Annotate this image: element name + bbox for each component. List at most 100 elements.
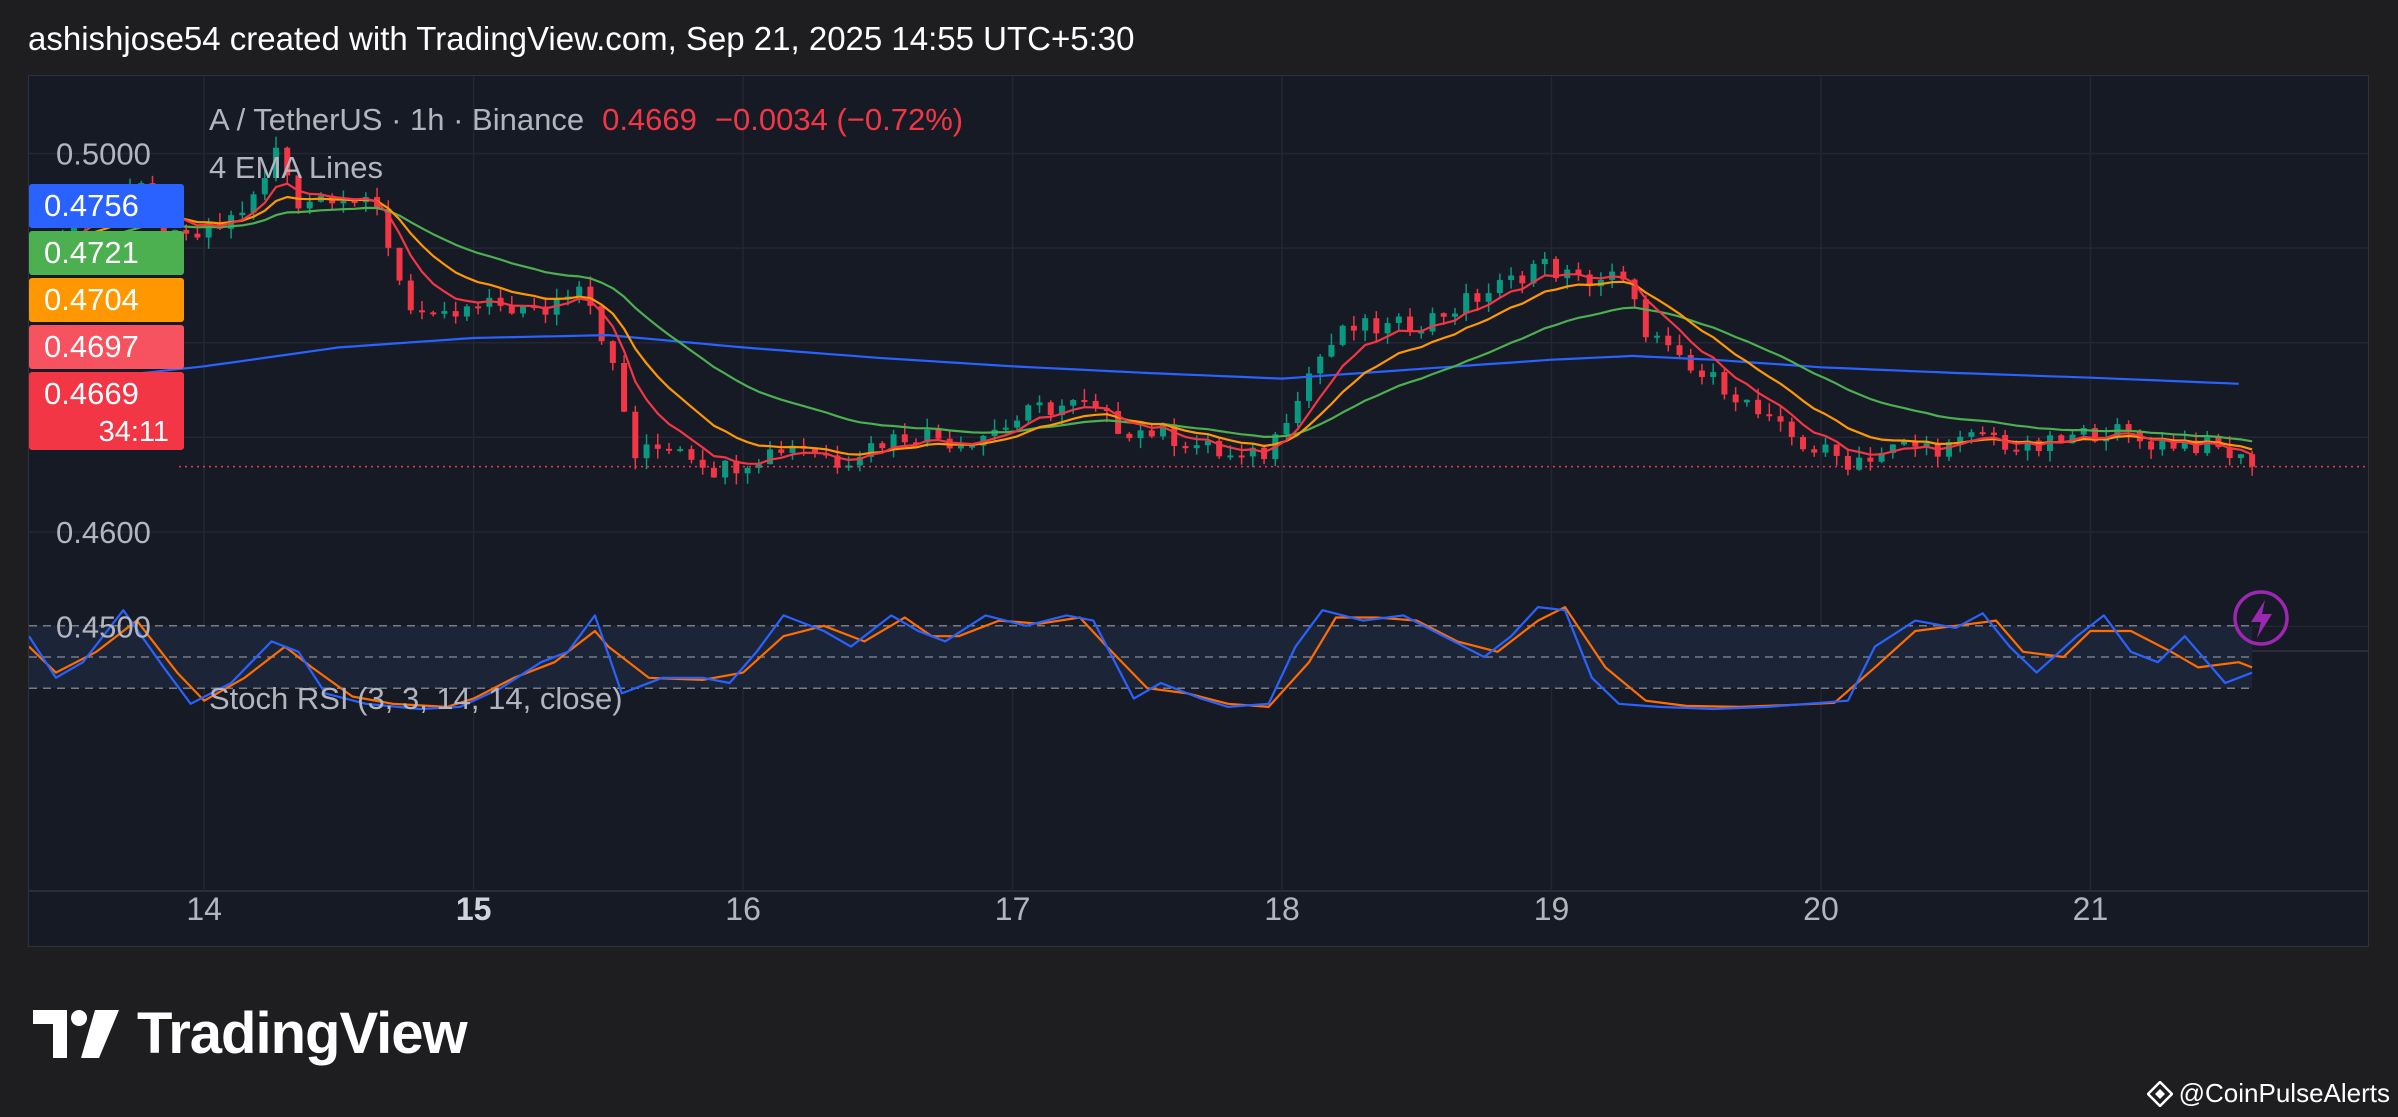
candle-body [1777,416,1784,422]
candle-body [1261,447,1268,460]
x-tick-label: 20 [1803,891,1839,927]
candle-body [1081,400,1088,403]
price-tag-label: 0.4756 [44,188,139,223]
candle-body [1440,313,1447,317]
candle-body [2204,437,2211,454]
candle-body [1822,444,1829,453]
indicator-legend: 4 EMA Lines [209,150,383,185]
candle-body [1755,399,1762,415]
candle-body [463,306,470,317]
y-tick-label: 0.4500 [56,609,151,644]
candle-body [1698,370,1705,377]
candle-body [430,312,437,315]
candle-body [654,444,661,449]
x-tick-label: 17 [995,891,1031,927]
chart-frame[interactable]: 0.50000.49000.46000.4500 141516171819202… [28,75,2369,947]
candle-body [1373,318,1380,334]
countdown-label: 34:11 [99,416,169,448]
candle-body [957,445,964,449]
candle-body [1227,455,1234,458]
price-tag-label: 0.4704 [44,282,139,317]
candle-body [418,310,425,313]
candle-body [1800,437,1807,450]
candle-body [767,449,774,465]
candle-body [1395,316,1402,324]
candle-body [1833,444,1840,456]
candle-body [239,212,246,216]
candle-body [1485,293,1492,302]
candle-body [1766,414,1773,417]
candle-body [1642,299,1649,338]
candle-body [744,467,751,474]
chart-credit: ashishjose54 created with TradingView.co… [28,20,1135,57]
lightning-icon[interactable] [2233,590,2289,646]
candle-body [879,443,886,449]
candle-body [508,305,515,314]
symbol-legend: A / TetherUS · 1h · Binance 0.4669 −0.0034… [209,102,963,137]
tradingview-logo: TradingView [33,1000,468,1067]
candle-body [935,429,942,439]
candle-body [351,201,358,204]
tradingview-wordmark: TradingView [137,1001,468,1066]
x-tick-label: 15 [456,891,492,927]
candle-body [665,448,672,451]
candle-body [1317,356,1324,374]
candle-body [194,233,201,238]
candle-body [396,247,403,281]
candle-body [1687,355,1694,371]
candle-body [1137,430,1144,439]
candle-body [183,229,190,234]
candle-body [1979,432,1986,435]
candle-body [621,362,628,412]
candle-body [407,280,414,311]
candle-body [677,449,684,452]
x-tick-label: 21 [2073,891,2109,927]
candle-body [710,467,717,478]
legend-change: −0.0034 (−0.72%) [715,102,963,137]
candle-body [1519,275,1526,284]
candle-body [1474,293,1481,302]
ema-slow-line [40,206,2253,443]
candle-body [1182,446,1189,449]
candle-body [1968,432,1975,437]
x-tick-label: 18 [1264,891,1300,927]
candle-body [1025,405,1032,421]
candle-body [1811,449,1818,453]
ema-fast-line [39,182,2253,465]
candle-body [778,449,785,453]
candle-body [1350,325,1357,331]
candle-body [2148,441,2155,450]
candle-body [643,444,650,459]
candle-body [1283,423,1290,435]
candle-body [1990,432,1997,436]
x-tick-label: 16 [725,891,761,927]
candle-body [1328,344,1335,357]
candle-body [1294,400,1301,424]
candle-body [632,411,639,459]
candle-body [2237,454,2244,459]
candle-body [1496,279,1503,294]
candle-body [1901,441,1908,445]
watermark-text: @CoinPulseAlerts [2178,1078,2390,1108]
candle-body [1384,323,1391,334]
ema-mid-line [40,195,2253,456]
candle-body [1508,275,1515,280]
candle-body [722,460,729,478]
candle-body [1002,427,1009,430]
candle-body [520,306,527,314]
price-tag-label: 0.4721 [44,235,139,270]
candle-body [340,201,347,204]
price-chart[interactable]: 0.50000.49000.46000.4500 141516171819202… [29,76,2368,946]
y-tick-label: 0.4600 [56,515,151,550]
candle-body [1710,372,1717,377]
candle-body [1743,399,1750,403]
candle-body [609,341,616,363]
watermark: @CoinPulseAlerts [2146,1078,2390,1109]
candle-body [901,434,908,443]
candle-body [1429,313,1436,332]
candle-body [1036,402,1043,406]
price-tag-label: 0.4669 [44,376,139,411]
legend-price: 0.4669 [602,102,697,137]
candle-body [1148,430,1155,437]
price-tag-label: 0.4697 [44,329,139,364]
